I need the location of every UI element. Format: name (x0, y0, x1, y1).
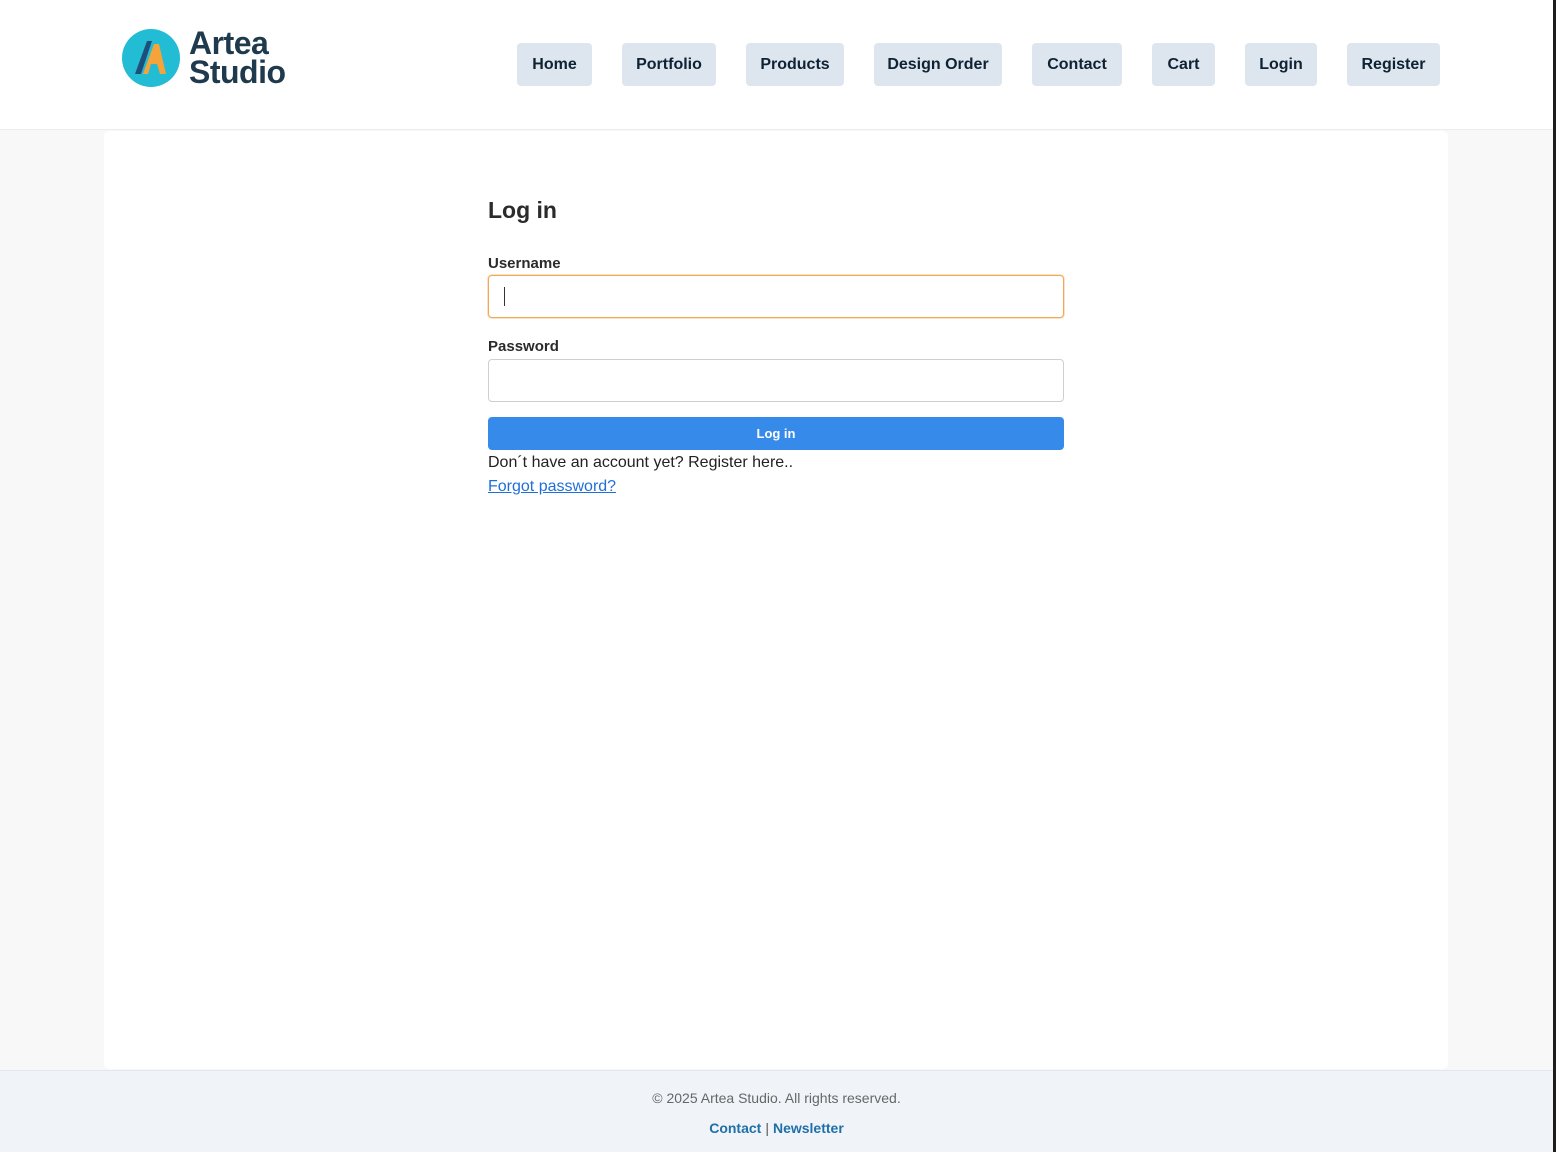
nav-cart[interactable]: Cart (1152, 43, 1215, 86)
footer-links: Contact | Newsletter (0, 1120, 1553, 1136)
footer-separator: | (765, 1120, 769, 1136)
main-content-card: Log in Username Password Log in Don´t ha… (104, 131, 1448, 1069)
brand-logo[interactable]: Artea Studio (121, 27, 296, 91)
copyright-text: © 2025 Artea Studio. All rights reserved… (652, 1090, 901, 1106)
nav-login[interactable]: Login (1245, 43, 1317, 86)
username-input[interactable] (488, 275, 1064, 318)
nav-contact[interactable]: Contact (1032, 43, 1122, 86)
text-cursor (504, 287, 505, 306)
brand-name-line2: Studio (189, 54, 286, 90)
password-input[interactable] (488, 359, 1064, 402)
nav-portfolio[interactable]: Portfolio (622, 43, 716, 86)
password-label: Password (488, 338, 559, 355)
nav-design-order[interactable]: Design Order (874, 43, 1002, 86)
nav-register[interactable]: Register (1347, 43, 1440, 86)
site-header: Artea Studio Home Portfolio Products Des… (0, 0, 1553, 130)
brand-name: Artea Studio (189, 27, 286, 90)
login-form: Log in Username Password Log in Don´t ha… (488, 191, 1064, 495)
footer-contact-link[interactable]: Contact (709, 1120, 761, 1136)
nav-home[interactable]: Home (517, 43, 592, 86)
nav-products[interactable]: Products (746, 43, 844, 86)
footer-newsletter-link[interactable]: Newsletter (773, 1120, 844, 1136)
artea-logo-icon (122, 29, 180, 87)
forgot-password-link[interactable]: Forgot password? (488, 478, 616, 496)
register-prompt[interactable]: Don´t have an account yet? Register here… (488, 454, 793, 472)
page: Artea Studio Home Portfolio Products Des… (0, 0, 1556, 1152)
username-label: Username (488, 255, 561, 272)
login-button[interactable]: Log in (488, 417, 1064, 450)
site-footer: © 2025 Artea Studio. All rights reserved… (0, 1070, 1553, 1152)
page-title: Log in (488, 197, 557, 223)
